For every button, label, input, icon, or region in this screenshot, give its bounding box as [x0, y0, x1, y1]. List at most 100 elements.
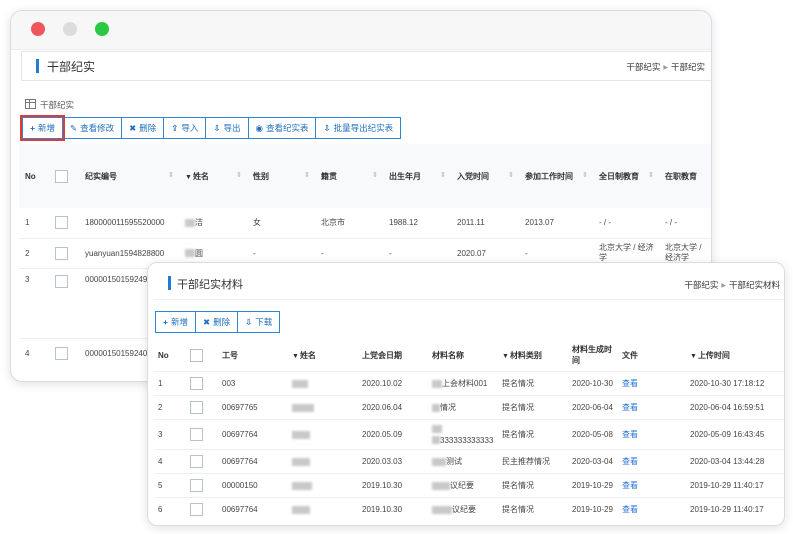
column-header-gender[interactable]: 性别 ⇕ [247, 144, 315, 208]
import-button-label: 导入 [181, 123, 199, 133]
view-record-sheet-button[interactable]: ◉ 查看纪实表 [247, 117, 317, 139]
breadcrumb-item[interactable]: 干部纪实 [671, 62, 705, 72]
cell-fulltime-edu: - / - [599, 218, 611, 228]
column-header-label: 入党时间 [457, 171, 489, 181]
close-window-button[interactable] [31, 22, 45, 36]
column-header-id[interactable]: 工号 [218, 339, 288, 372]
view-file-link[interactable]: 查看 [622, 481, 638, 490]
cell-name [288, 473, 358, 498]
table-row[interactable]: 2 00697765 2020.06.04 情况 提名情况 2020-06-04… [154, 395, 784, 420]
filter-icon[interactable]: ▼ [690, 353, 697, 360]
minimize-window-button[interactable] [63, 22, 77, 36]
select-all-checkbox[interactable] [190, 348, 203, 362]
view-file-link[interactable]: 查看 [622, 505, 638, 514]
cell-material-category: 提名情况 [498, 497, 568, 522]
cell-upload-time: 2020-06-04 16:59:51 [686, 395, 784, 420]
cell-file: 查看 [618, 497, 686, 522]
column-header-generated-time[interactable]: 材料生成时间 [568, 339, 618, 372]
column-header-label: 全日制教育 [599, 171, 639, 181]
table-row[interactable]: 4 00697764 2020.03.03 测试 民主推荐情况 2020-03-… [154, 449, 784, 474]
cell-select [49, 238, 79, 268]
delete-button[interactable]: ✖ 删除 [121, 117, 165, 139]
delete-material-button[interactable]: ✖ 删除 [194, 311, 239, 333]
row-checkbox[interactable] [55, 246, 68, 260]
view-edit-button[interactable]: ✎ 查看修改 [61, 117, 123, 139]
breadcrumb: 干部纪实 ▶ 干部纪实材料 [684, 279, 780, 291]
delete-button-label: 删除 [139, 123, 157, 133]
cell-no: 1 [154, 371, 186, 396]
sort-icon[interactable]: ⇕ [582, 171, 588, 179]
view-file-link[interactable]: 查看 [622, 457, 638, 466]
download-icon: ⇩ [323, 123, 331, 133]
column-header-name[interactable]: ▼姓名 [288, 339, 358, 372]
cell-material-name: 上会材料001 [428, 371, 498, 396]
sort-icon[interactable]: ⇕ [236, 171, 242, 179]
export-button[interactable]: ⇩ 导出 [205, 117, 249, 139]
row-checkbox[interactable] [55, 274, 68, 288]
cell-upload-time: 2020-05-09 16:43:45 [686, 419, 784, 450]
row-checkbox[interactable] [55, 346, 68, 360]
column-header-origin[interactable]: 籍贯 ⇕ [315, 144, 383, 208]
table-icon [25, 99, 36, 109]
cell-meeting-date: 2019.10.30 [358, 497, 428, 522]
column-header-inservice-edu[interactable]: 在职教育 [659, 144, 711, 208]
add-button[interactable]: + 新增 [20, 115, 65, 141]
export-button-label: 导出 [223, 123, 241, 133]
filter-icon[interactable]: ▼ [185, 174, 192, 181]
table-row[interactable]: 5 00000150 2019.10.30 议纪要 提名情况 2019-10-2… [154, 473, 784, 498]
download-material-button[interactable]: ⇩ 下载 [237, 311, 281, 333]
filter-icon[interactable]: ▼ [292, 353, 299, 360]
sort-icon[interactable]: ⇕ [508, 171, 514, 179]
column-header-party-date[interactable]: 入党时间 ⇕ [451, 144, 519, 208]
redacted-text [292, 403, 314, 412]
row-checkbox[interactable] [190, 401, 203, 414]
view-file-link[interactable]: 查看 [622, 379, 638, 388]
row-checkbox[interactable] [190, 377, 203, 390]
column-header-birth[interactable]: 出生年月 ⇕ [383, 144, 451, 208]
sort-icon[interactable]: ⇕ [168, 171, 174, 179]
view-edit-button-label: 查看修改 [80, 123, 115, 133]
column-header-label: 姓名 [299, 350, 316, 360]
sort-icon[interactable]: ⇕ [372, 171, 378, 179]
column-header-material-name[interactable]: 材料名称 [428, 339, 498, 372]
filter-icon[interactable]: ▼ [502, 353, 509, 360]
maximize-window-button[interactable] [95, 22, 109, 36]
select-all-checkbox[interactable] [55, 169, 68, 183]
column-header-code[interactable]: 纪实编号 ⇕ [79, 144, 179, 208]
row-checkbox[interactable] [55, 216, 68, 230]
add-button-label: 新增 [37, 123, 55, 133]
column-header-label: 出生年月 [389, 171, 421, 181]
redacted-text [185, 219, 195, 228]
batch-export-button[interactable]: ⇩ 批量导出纪实表 [315, 117, 402, 139]
column-header-meeting-date[interactable]: 上党会日期 [358, 339, 428, 372]
sort-icon[interactable]: ⇕ [440, 171, 446, 179]
row-checkbox[interactable] [190, 503, 203, 517]
table-row[interactable]: 6 00697764 2019.10.30 议纪要 提名情况 2019-10-2… [154, 497, 784, 522]
table-row[interactable]: 3 00697764 2020.05.09 333333333333 提名情况 … [154, 419, 784, 450]
delete-material-button-label: 删除 [213, 317, 231, 327]
column-header-work-date[interactable]: 参加工作时间 ⇕ [519, 144, 593, 208]
table-row[interactable]: 1 180000011595520000 洁 女 北京市 1988.12 201… [19, 208, 711, 238]
sort-icon[interactable]: ⇕ [304, 171, 310, 179]
breadcrumb-separator-icon: ▶ [721, 283, 726, 289]
view-file-link[interactable]: 查看 [622, 430, 638, 439]
cell-file: 查看 [618, 371, 686, 396]
column-header-fulltime-edu[interactable]: 全日制教育 ⇕ [593, 144, 659, 208]
sort-icon[interactable]: ⇕ [648, 171, 654, 179]
column-header-upload-time[interactable]: ▼上传时间 [686, 339, 784, 372]
breadcrumb-item[interactable]: 干部纪实 [684, 280, 718, 290]
table-row[interactable]: 1 003 2020.10.02 上会材料001 提名情况 2020-10-30… [154, 371, 784, 396]
view-file-link[interactable]: 查看 [622, 403, 638, 412]
cell-file: 查看 [618, 419, 686, 450]
import-button[interactable]: ⇪ 导入 [163, 117, 207, 139]
column-header-name[interactable]: ▼姓名 ⇕ [179, 144, 247, 208]
cell-id: 00697764 [218, 419, 288, 450]
row-checkbox[interactable] [190, 479, 203, 492]
row-checkbox[interactable] [190, 428, 203, 441]
cell-generated-time: 2020-05-08 [568, 419, 618, 450]
row-checkbox[interactable] [190, 455, 203, 468]
breadcrumb-item[interactable]: 干部纪实 [626, 62, 660, 72]
add-material-button[interactable]: + 新增 [155, 311, 196, 333]
breadcrumb-item[interactable]: 干部纪实材料 [729, 280, 780, 290]
column-header-material-category[interactable]: ▼材料类别 [498, 339, 568, 372]
